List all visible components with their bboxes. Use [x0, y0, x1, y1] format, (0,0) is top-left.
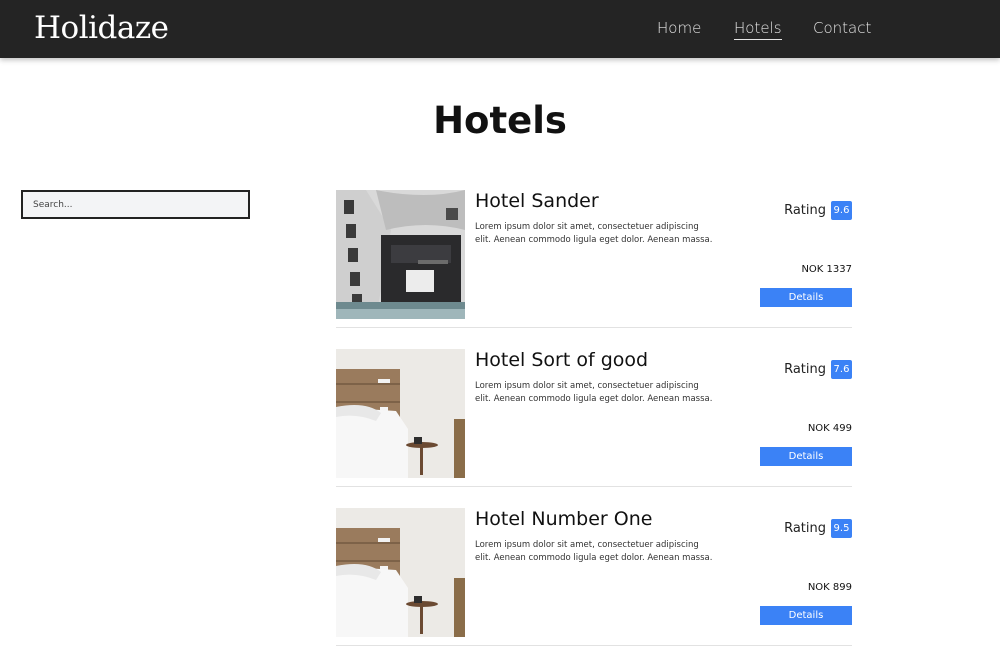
logo[interactable]: Holidaze	[34, 10, 169, 46]
hotel-card: Hotel Number One Lorem ipsum dolor sit a…	[336, 508, 852, 646]
rating-badge: 9.5	[831, 519, 852, 538]
top-navbar: Holidaze Home Hotels Contact	[0, 0, 1000, 58]
rating-label: Rating	[784, 203, 826, 218]
hotel-price: NOK 499	[807, 423, 852, 434]
hotel-price: NOK 1337	[801, 264, 852, 275]
details-button[interactable]: Details	[760, 288, 852, 307]
rating-label: Rating	[784, 521, 826, 536]
details-button[interactable]: Details	[760, 447, 852, 466]
hotel-card: Hotel Sort of good Lorem ipsum dolor sit…	[336, 349, 852, 487]
rating-label: Rating	[784, 362, 826, 377]
hotel-name[interactable]: Hotel Sort of good	[475, 349, 648, 371]
hotel-bedroom-photo	[336, 349, 465, 478]
hotel-card: Hotel Sander Lorem ipsum dolor sit amet,…	[336, 190, 852, 328]
hotel-bedroom-photo	[336, 508, 465, 637]
rating-badge: 9.6	[831, 201, 852, 220]
hotel-image[interactable]	[336, 508, 465, 637]
nav-link-hotels[interactable]: Hotels	[734, 19, 782, 40]
nav-link-home[interactable]: Home	[657, 19, 701, 37]
hotel-atrium-photo	[336, 190, 465, 319]
rating-badge: 7.6	[831, 360, 852, 379]
hotel-description: Lorem ipsum dolor sit amet, consectetuer…	[475, 381, 713, 404]
hotel-image[interactable]	[336, 349, 465, 478]
search-input[interactable]	[21, 190, 250, 219]
details-button[interactable]: Details	[760, 606, 852, 625]
hotel-description: Lorem ipsum dolor sit amet, consectetuer…	[475, 540, 713, 563]
hotel-price: NOK 899	[807, 582, 852, 593]
hotel-description: Lorem ipsum dolor sit amet, consectetuer…	[475, 222, 713, 245]
page-title: Hotels	[433, 99, 567, 142]
hotel-image[interactable]	[336, 190, 465, 319]
hotel-name[interactable]: Hotel Number One	[475, 508, 652, 530]
hotel-name[interactable]: Hotel Sander	[475, 190, 599, 212]
nav-link-contact[interactable]: Contact	[813, 19, 871, 37]
